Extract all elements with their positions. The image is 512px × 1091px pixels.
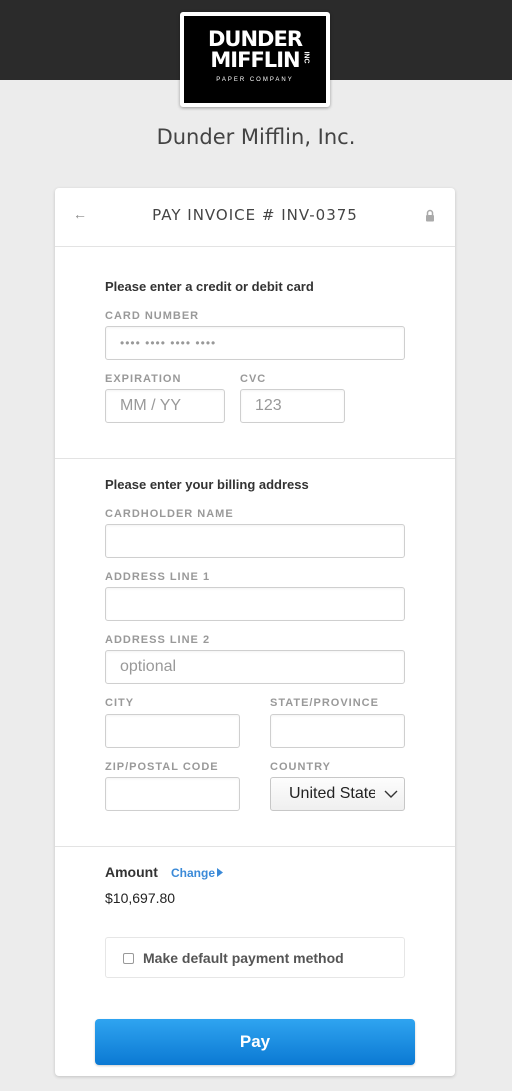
cvc-input[interactable]: [240, 389, 345, 423]
cardholder-name-label: CARDHOLDER NAME: [105, 508, 234, 520]
cvc-label: CVC: [240, 373, 267, 385]
default-payment-checkbox[interactable]: [123, 953, 134, 964]
invoice-title: PAY INVOICE # INV-0375: [152, 206, 358, 224]
caret-right-icon[interactable]: [217, 868, 223, 877]
logo-inc-text: INC: [302, 51, 310, 64]
address-line2-label: ADDRESS LINE 2: [105, 634, 211, 646]
card-header: ← PAY INVOICE # INV-0375: [55, 188, 455, 247]
logo-text-line1: DUNDER: [207, 27, 303, 51]
card-section-title: Please enter a credit or debit card: [105, 279, 314, 294]
chevron-down-icon: [384, 790, 398, 798]
zip-postal-code-label: ZIP/POSTAL CODE: [105, 761, 219, 773]
state-province-input[interactable]: [270, 714, 405, 748]
billing-section-title: Please enter your billing address: [105, 477, 309, 492]
country-select[interactable]: United States: [270, 777, 405, 811]
section-divider: [55, 846, 455, 847]
default-payment-option[interactable]: Make default payment method: [105, 937, 405, 978]
state-province-label: STATE/PROVINCE: [270, 697, 379, 709]
section-divider: [55, 458, 455, 459]
expiration-input[interactable]: [105, 389, 225, 423]
pay-button[interactable]: Pay: [95, 1019, 415, 1065]
country-label: COUNTRY: [270, 761, 331, 773]
amount-label: Amount: [105, 864, 158, 880]
expiration-label: EXPIRATION: [105, 373, 182, 385]
address-line1-label: ADDRESS LINE 1: [105, 571, 211, 583]
cardholder-name-input[interactable]: [105, 524, 405, 558]
default-payment-label[interactable]: Make default payment method: [143, 950, 344, 966]
card-number-label: CARD NUMBER: [105, 310, 200, 322]
city-input[interactable]: [105, 714, 240, 748]
lock-icon: [426, 209, 434, 222]
card-number-input[interactable]: [105, 326, 405, 360]
address-line1-input[interactable]: [105, 587, 405, 621]
company-name: Dunder Mifflin, Inc.: [156, 125, 356, 149]
city-label: CITY: [105, 697, 135, 709]
country-selected-value: United States: [289, 785, 375, 802]
payment-card: ← PAY INVOICE # INV-0375 Please enter a …: [55, 188, 455, 1076]
company-logo: DUNDER MIFFLIN INC PAPER COMPANY: [180, 12, 330, 107]
logo-subtitle: PAPER COMPANY: [216, 77, 294, 83]
amount-value: $10,697.80: [105, 890, 176, 906]
zip-postal-code-input[interactable]: [105, 777, 240, 811]
logo-badge: DUNDER MIFFLIN INC PAPER COMPANY: [184, 16, 326, 103]
change-amount-link[interactable]: Change: [171, 866, 215, 880]
address-line2-input[interactable]: [105, 650, 405, 684]
